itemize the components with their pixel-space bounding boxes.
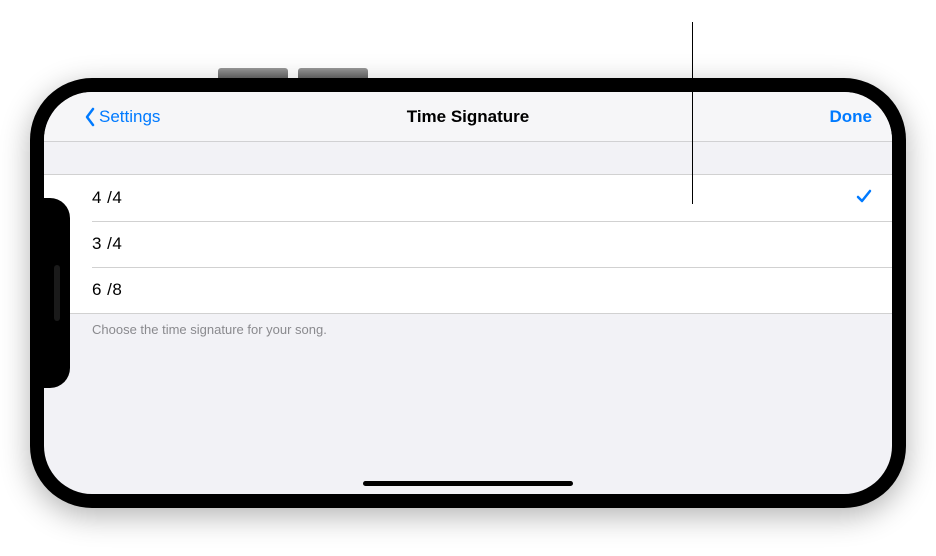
option-label: 3 /4 (92, 234, 872, 254)
back-button[interactable]: Settings (84, 107, 160, 127)
phone-frame: Settings Time Signature Done 4 /4 3 /4 6… (30, 78, 906, 508)
option-4-4[interactable]: 4 /4 (44, 175, 892, 221)
screen: Settings Time Signature Done 4 /4 3 /4 6… (44, 92, 892, 494)
option-3-4[interactable]: 3 /4 (44, 221, 892, 267)
option-label: 4 /4 (92, 188, 856, 208)
done-button[interactable]: Done (830, 107, 873, 127)
section-footer: Choose the time signature for your song. (44, 314, 892, 345)
page-title: Time Signature (407, 107, 530, 127)
device-volume-down (298, 68, 368, 78)
home-indicator[interactable] (363, 481, 573, 486)
chevron-left-icon (84, 107, 96, 127)
checkmark-icon (856, 188, 872, 209)
section-spacer (44, 142, 892, 174)
navigation-bar: Settings Time Signature Done (44, 92, 892, 142)
device-speaker (54, 265, 60, 321)
option-label: 6 /8 (92, 280, 872, 300)
device-volume-up (218, 68, 288, 78)
back-label: Settings (99, 107, 160, 127)
annotation-callout-line (692, 22, 693, 204)
option-6-8[interactable]: 6 /8 (44, 267, 892, 313)
time-signature-list: 4 /4 3 /4 6 /8 (44, 174, 892, 314)
